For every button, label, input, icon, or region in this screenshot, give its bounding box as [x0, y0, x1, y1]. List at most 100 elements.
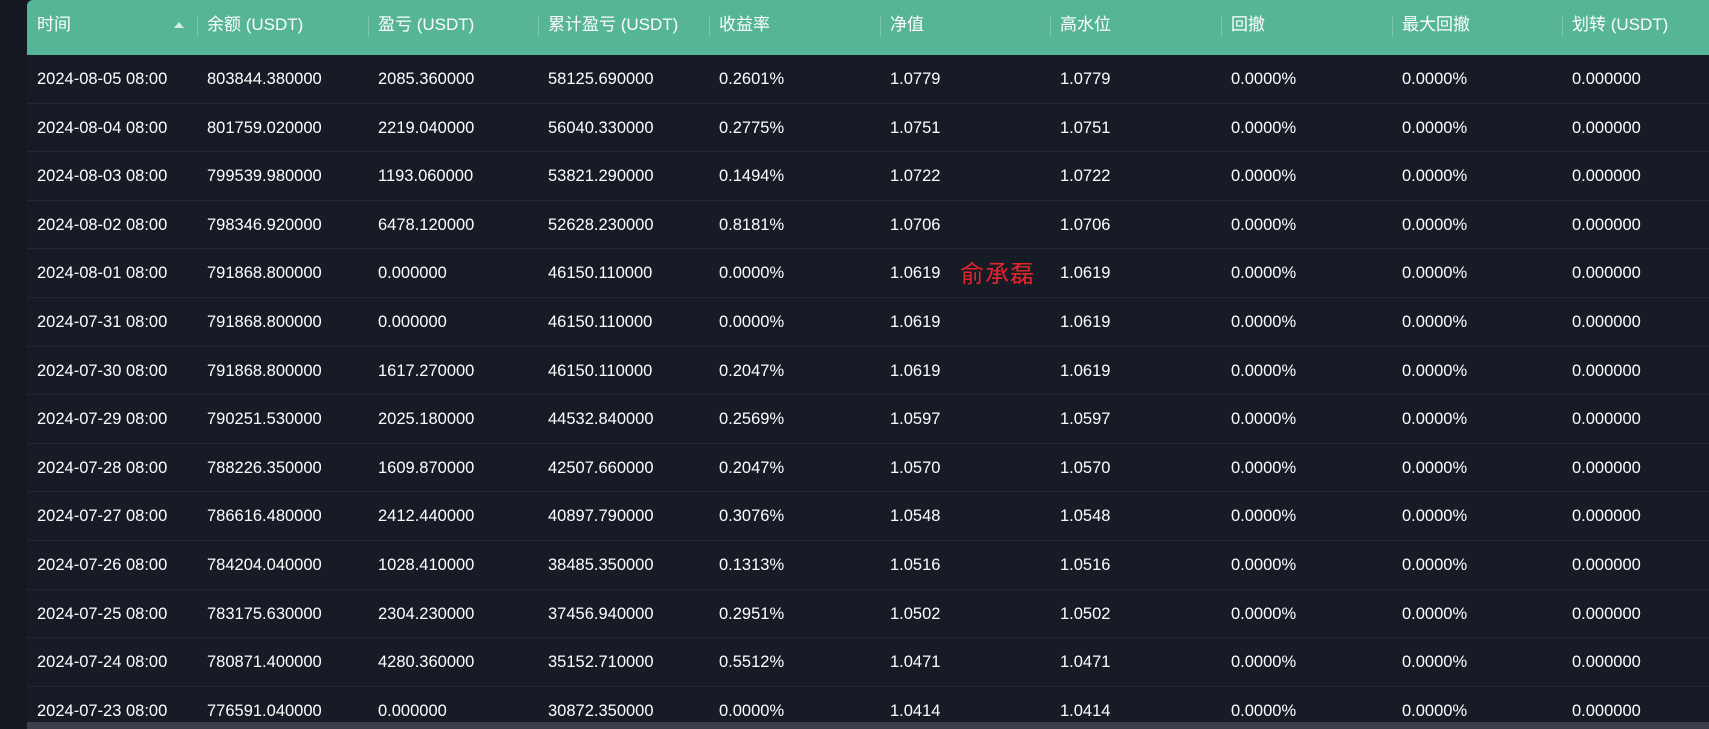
cell-time: 2024-08-03 08:00 [37, 167, 168, 186]
column-header-cumulative-pnl[interactable]: 累计盈亏 (USDT) [538, 0, 709, 55]
cell-return-rate: 0.0000% [719, 264, 785, 283]
cell-return-rate: 0.1494% [719, 167, 785, 186]
table-row[interactable]: 2024-07-29 08:00 790251.530000 2025.180000… [27, 395, 1709, 444]
column-header-label: 高水位 [1060, 15, 1111, 34]
column-header-drawdown[interactable]: 回撤 [1221, 0, 1392, 55]
cell-max-drawdown: 0.0000% [1402, 604, 1468, 623]
table-row[interactable]: 2024-07-28 08:00 788226.350000 1609.870000… [27, 444, 1709, 493]
cell-drawdown: 0.0000% [1231, 507, 1297, 526]
cell-drawdown: 0.0000% [1231, 215, 1297, 234]
table-row[interactable]: 2024-08-04 08:00 801759.020000 2219.040000… [27, 104, 1709, 153]
cell-pnl: 6478.120000 [378, 215, 475, 234]
cell-cumulative-pnl: 58125.690000 [548, 70, 654, 88]
cell-return-rate: 0.2569% [719, 410, 785, 429]
cell-cumulative-pnl: 46150.110000 [548, 361, 653, 380]
cell-time: 2024-07-30 08:00 [37, 361, 168, 380]
cell-pnl: 2219.040000 [378, 118, 475, 137]
table-row[interactable]: 2024-08-01 08:00 791868.800000 0.000000 461… [27, 249, 1709, 298]
cell-net-value: 1.0471 [890, 653, 941, 672]
cell-pnl: 1193.060000 [378, 167, 474, 186]
column-header-balance[interactable]: 余额 (USDT) [197, 0, 368, 55]
cell-balance: 791868.800000 [207, 361, 322, 380]
column-header-return-rate[interactable]: 收益率 [709, 0, 880, 55]
column-header-label: 最大回撤 [1402, 15, 1470, 34]
cell-high-water-mark: 1.0706 [1060, 215, 1111, 234]
cell-high-water-mark: 1.0516 [1060, 555, 1111, 574]
column-header-high-water-mark[interactable]: 高水位 [1050, 0, 1221, 55]
cell-max-drawdown: 0.0000% [1402, 361, 1468, 380]
cell-transfer: 0.000000 [1572, 118, 1641, 137]
table-row[interactable]: 2024-07-26 08:00 784204.040000 1028.410000… [27, 541, 1709, 590]
cell-transfer: 0.000000 [1572, 458, 1641, 477]
cell-pnl: 0.000000 [378, 264, 447, 283]
column-divider [197, 16, 198, 36]
cell-max-drawdown: 0.0000% [1402, 312, 1468, 331]
cell-balance: 786616.480000 [207, 507, 322, 526]
cell-max-drawdown: 0.0000% [1402, 653, 1468, 672]
column-divider [1050, 16, 1051, 36]
cell-max-drawdown: 0.0000% [1402, 507, 1468, 526]
column-header-label: 累计盈亏 (USDT) [548, 15, 679, 34]
cell-net-value: 1.0570 [890, 458, 941, 477]
column-divider [1221, 16, 1222, 36]
cell-return-rate: 0.0000% [719, 312, 785, 331]
cell-max-drawdown: 0.0000% [1402, 264, 1468, 283]
screenshot-frame: 时间 余额 (USDT) 盈亏 (USDT) 累计盈亏 (USDT) 收益率 净值 高水位 回… [0, 0, 1709, 729]
cell-drawdown: 0.0000% [1231, 458, 1297, 477]
cell-pnl: 2304.230000 [378, 604, 475, 623]
cell-max-drawdown: 0.0000% [1402, 555, 1468, 574]
cell-balance: 791868.800000 [207, 264, 322, 283]
cell-balance: 798346.920000 [207, 215, 322, 234]
cell-time: 2024-08-02 08:00 [37, 215, 168, 234]
column-header-transfer[interactable]: 划转 (USDT) [1562, 0, 1709, 55]
table-row[interactable]: 2024-08-02 08:00 798346.920000 6478.120000… [27, 201, 1709, 250]
horizontal-scrollbar[interactable] [27, 722, 1709, 729]
cell-net-value: 1.0619 [890, 361, 941, 380]
cell-high-water-mark: 1.0548 [1060, 507, 1111, 526]
sort-ascending-icon[interactable] [174, 22, 184, 28]
cell-cumulative-pnl: 40897.790000 [548, 507, 654, 526]
cell-cumulative-pnl: 53821.290000 [548, 167, 654, 186]
cell-cumulative-pnl: 44532.840000 [548, 410, 654, 429]
table-row[interactable]: 2024-07-24 08:00 780871.400000 4280.360000… [27, 638, 1709, 687]
cell-balance: 783175.630000 [207, 604, 322, 623]
cell-transfer: 0.000000 [1572, 555, 1641, 574]
table-row[interactable]: 2024-07-30 08:00 791868.800000 1617.270000… [27, 347, 1709, 396]
column-header-max-drawdown[interactable]: 最大回撤 [1392, 0, 1562, 55]
cell-pnl: 1609.870000 [378, 458, 475, 477]
cell-return-rate: 0.3076% [719, 507, 785, 526]
cell-balance: 784204.040000 [207, 555, 322, 574]
cell-transfer: 0.000000 [1572, 653, 1641, 672]
cell-high-water-mark: 1.0570 [1060, 458, 1111, 477]
cell-max-drawdown: 0.0000% [1402, 118, 1468, 137]
table-row[interactable]: 2024-07-25 08:00 783175.630000 2304.230000… [27, 590, 1709, 639]
column-header-pnl[interactable]: 盈亏 (USDT) [368, 0, 538, 55]
column-header-time[interactable]: 时间 [27, 0, 197, 55]
cell-high-water-mark: 1.0471 [1060, 653, 1111, 672]
cell-net-value: 1.0516 [890, 555, 941, 574]
table-row[interactable]: 2024-07-31 08:00 791868.800000 0.000000 461… [27, 298, 1709, 347]
cell-balance: 790251.530000 [207, 410, 322, 429]
cell-net-value: 1.0751 [890, 118, 941, 137]
cell-pnl: 2025.180000 [378, 410, 475, 429]
cell-time: 2024-08-04 08:00 [37, 118, 168, 137]
cell-drawdown: 0.0000% [1231, 167, 1297, 186]
cell-time: 2024-07-31 08:00 [37, 312, 168, 331]
cell-drawdown: 0.0000% [1231, 264, 1297, 283]
cell-high-water-mark: 1.0779 [1060, 70, 1111, 88]
cell-drawdown: 0.0000% [1231, 653, 1297, 672]
cell-transfer: 0.000000 [1572, 70, 1641, 88]
cell-pnl: 2085.360000 [378, 70, 475, 88]
column-header-net-value[interactable]: 净值 [880, 0, 1050, 55]
table-row[interactable]: 2024-08-03 08:00 799539.980000 1193.060000… [27, 152, 1709, 201]
cell-return-rate: 0.2047% [719, 458, 785, 477]
cell-time: 2024-08-01 08:00 [37, 264, 168, 283]
table-row[interactable]: 2024-07-27 08:00 786616.480000 2412.440000… [27, 492, 1709, 541]
cell-max-drawdown: 0.0000% [1402, 458, 1468, 477]
cell-transfer: 0.000000 [1572, 361, 1641, 380]
cell-max-drawdown: 0.0000% [1402, 410, 1468, 429]
table-row[interactable]: 2024-08-05 08:00 803844.380000 2085.360000… [27, 55, 1709, 104]
cell-net-value: 1.0779 [890, 70, 941, 88]
cell-transfer: 0.000000 [1572, 312, 1641, 331]
cell-time: 2024-07-28 08:00 [37, 458, 168, 477]
